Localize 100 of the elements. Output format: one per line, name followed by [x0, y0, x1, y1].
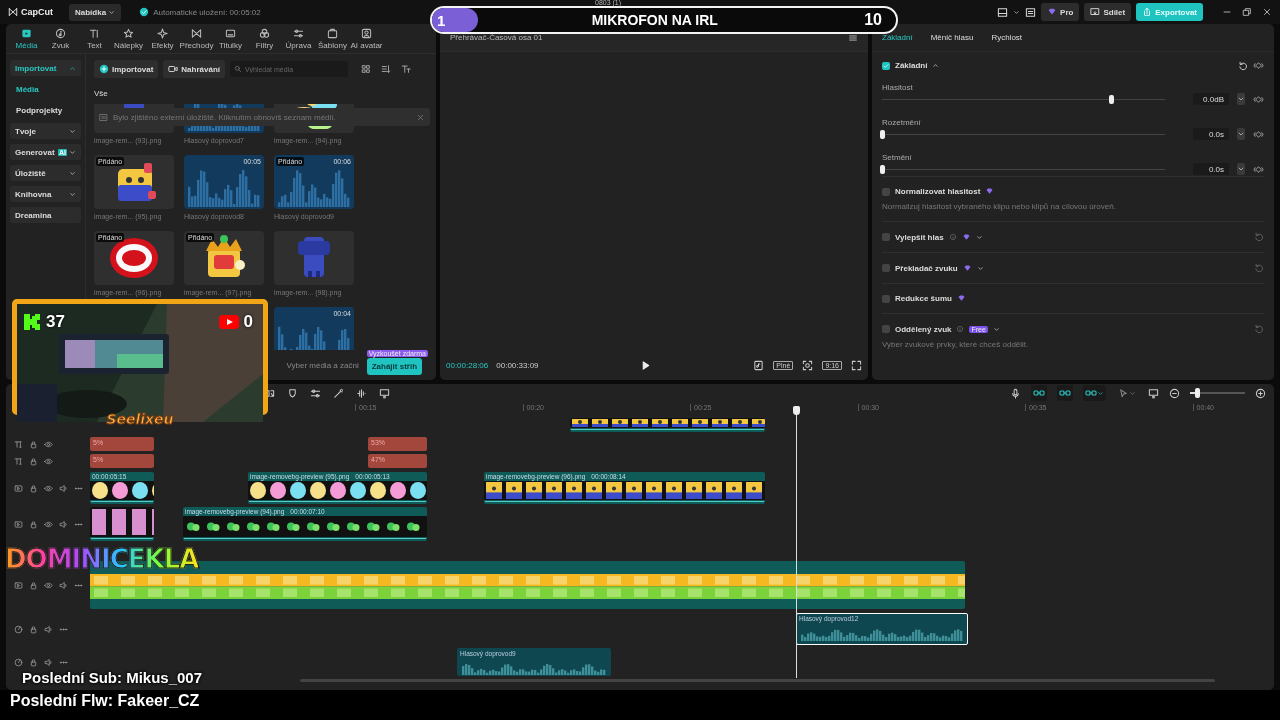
inspector-tab[interactable]: Základní [882, 33, 913, 42]
pro-button[interactable]: Pro [1041, 3, 1080, 21]
slider-thumb[interactable] [880, 164, 885, 174]
video-clip[interactable] [570, 418, 765, 432]
checkbox[interactable] [882, 61, 890, 70]
video-clip[interactable] [90, 507, 154, 541]
stepper-icon[interactable] [1237, 163, 1245, 175]
keyframe-icon[interactable] [1253, 163, 1264, 175]
sidebar-item[interactable]: Knihovna [10, 186, 81, 202]
menu-button[interactable]: Nabídka [69, 3, 122, 21]
tool-tab[interactable]: Titulky [214, 27, 247, 50]
zoom-out-icon[interactable] [1169, 387, 1180, 399]
media-thumbnail[interactable] [274, 231, 354, 285]
slider-thumb[interactable] [1109, 94, 1115, 104]
audio-track-icon[interactable] [14, 657, 23, 667]
speaker-icon[interactable] [59, 519, 68, 529]
start-button[interactable]: Zahájit střih [366, 357, 422, 375]
eye-icon[interactable] [44, 483, 53, 493]
checkbox[interactable] [882, 264, 890, 272]
speaker-icon[interactable] [59, 483, 68, 493]
lock-icon[interactable] [29, 439, 38, 449]
link-toggle[interactable] [1031, 385, 1047, 401]
caret-icon[interactable] [992, 325, 1000, 333]
tool-tab[interactable]: Úprava [282, 27, 315, 50]
tool-tab[interactable]: Média [10, 27, 43, 50]
eye-icon[interactable] [44, 519, 53, 529]
keyframe-icon[interactable] [1253, 93, 1264, 105]
play-icon[interactable] [640, 359, 652, 371]
keyframe-icon[interactable] [1253, 60, 1264, 71]
video-track-icon[interactable] [14, 519, 23, 529]
speaker-icon[interactable] [59, 580, 68, 590]
lock-icon[interactable] [29, 456, 38, 466]
caret-up-icon[interactable] [932, 62, 940, 69]
tool-tab[interactable]: Nálepky [112, 27, 145, 50]
audio-track-icon[interactable] [14, 624, 23, 634]
zoom-in-icon[interactable] [1255, 387, 1266, 399]
sidebar-item[interactable]: Importovat [10, 60, 81, 76]
slider-thumb[interactable] [1194, 388, 1200, 398]
sliders-icon[interactable] [310, 387, 321, 399]
sidebar-item[interactable]: Tvoje [10, 123, 81, 139]
caret-icon[interactable] [975, 233, 983, 241]
preview-icon[interactable] [1148, 387, 1159, 399]
close-icon[interactable] [1262, 7, 1272, 17]
tool-tab[interactable]: Efekty [146, 27, 179, 50]
sidebar-item[interactable]: Úložiště [10, 165, 81, 181]
tool-tab[interactable]: Šablony [316, 27, 349, 50]
checkbox[interactable] [882, 325, 890, 333]
sidebar-item[interactable]: Dreamina [10, 207, 81, 223]
menu-icon[interactable] [848, 32, 858, 43]
share-button[interactable]: Sdílet [1084, 3, 1132, 21]
caret-icon[interactable] [1013, 8, 1021, 16]
video-track-icon[interactable] [14, 483, 23, 493]
import-button[interactable]: Importovat [94, 60, 159, 78]
layout-icon[interactable] [997, 6, 1009, 18]
scrollbar[interactable] [300, 679, 1215, 682]
slider-thumb[interactable] [880, 129, 885, 139]
screen-icon[interactable] [379, 387, 390, 399]
eye-icon[interactable] [44, 439, 53, 449]
keyframe-icon[interactable] [1253, 128, 1264, 140]
inspector-tab[interactable]: Měnič hlasu [930, 33, 974, 42]
link-toggle[interactable] [1057, 385, 1073, 401]
mic-icon[interactable] [1010, 387, 1021, 399]
eye-icon[interactable] [44, 580, 53, 590]
lock-icon[interactable] [29, 483, 38, 493]
lock-icon[interactable] [29, 624, 38, 634]
stepper-icon[interactable] [1237, 93, 1245, 105]
tool-tab[interactable]: AI avatar [350, 27, 383, 50]
lock-icon[interactable] [29, 519, 38, 529]
speaker-icon[interactable] [44, 657, 53, 667]
value-field[interactable]: 0.0s [1193, 128, 1229, 140]
shield-icon[interactable] [287, 387, 298, 399]
text-size-icon[interactable] [401, 64, 412, 74]
filter-tab[interactable]: Vše [94, 88, 108, 98]
tool-tab[interactable]: Text [78, 27, 111, 50]
lock-icon[interactable] [29, 657, 38, 667]
grid-icon[interactable] [361, 64, 372, 74]
sidebar-item[interactable]: Podprojekty [10, 102, 81, 118]
text-track-icon[interactable] [14, 456, 23, 466]
magic-wand-icon[interactable] [333, 387, 344, 399]
restore-icon[interactable] [1242, 7, 1252, 17]
info-icon[interactable] [956, 325, 965, 333]
tool-tab[interactable]: Přechody [180, 27, 213, 50]
value-field[interactable]: 0.0s [1193, 163, 1229, 175]
value-field[interactable]: 0.0dB [1193, 93, 1229, 105]
lock-icon[interactable] [29, 580, 38, 590]
phone-icon[interactable] [753, 359, 765, 371]
caret-icon[interactable] [976, 264, 984, 272]
sidebar-item[interactable]: Média [10, 81, 81, 97]
video-track-icon[interactable] [14, 580, 23, 590]
link-toggle[interactable] [1083, 385, 1106, 401]
info-icon[interactable] [948, 233, 957, 241]
checkbox[interactable] [882, 233, 890, 241]
inspector-tab[interactable]: Rychlost [991, 33, 1023, 42]
reset-icon[interactable] [1238, 60, 1248, 71]
fullscreen-icon[interactable] [851, 359, 862, 371]
speaker-icon[interactable] [44, 624, 53, 634]
stepper-icon[interactable] [1237, 128, 1245, 140]
checkbox[interactable] [882, 187, 890, 196]
checkbox[interactable] [882, 294, 890, 303]
text-track-icon[interactable] [14, 439, 23, 449]
